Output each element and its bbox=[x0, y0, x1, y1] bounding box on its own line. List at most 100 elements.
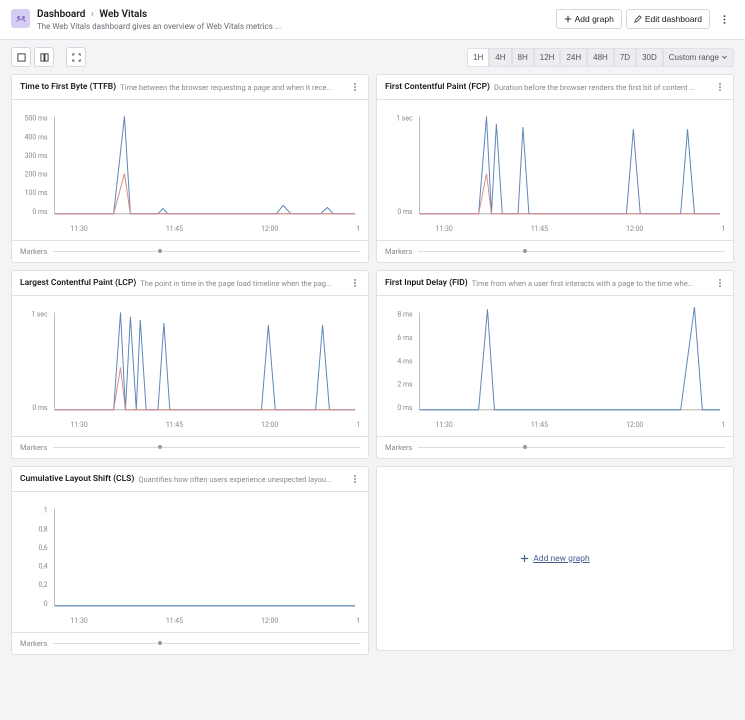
chart-plot: 1 sec 0 ms 11:30 11:45 12:00 12:15 bbox=[12, 296, 368, 436]
svg-text:1: 1 bbox=[44, 505, 48, 514]
card-description: Duration before the browser renders the … bbox=[494, 83, 711, 92]
card-menu-button[interactable] bbox=[350, 474, 360, 484]
card-description: Time from when a user first interacts wi… bbox=[472, 279, 711, 288]
markers-timeline[interactable] bbox=[53, 251, 360, 252]
layout-split-button[interactable] bbox=[34, 47, 54, 67]
svg-text:12:00: 12:00 bbox=[261, 420, 278, 429]
markers-timeline[interactable] bbox=[53, 447, 360, 448]
markers-label: Markers bbox=[20, 639, 47, 648]
svg-text:0,6: 0,6 bbox=[38, 543, 47, 552]
svg-text:12:15: 12:15 bbox=[721, 224, 725, 233]
svg-text:11:30: 11:30 bbox=[71, 420, 88, 429]
chart-card-4: Cumulative Layout Shift (CLS) Quantifies… bbox=[11, 466, 369, 655]
markers-row: Markers bbox=[12, 632, 368, 654]
svg-text:12:15: 12:15 bbox=[356, 616, 360, 625]
markers-label: Markers bbox=[20, 247, 47, 256]
marker-dot bbox=[158, 445, 162, 449]
svg-text:11:30: 11:30 bbox=[71, 616, 88, 625]
svg-text:11:45: 11:45 bbox=[166, 420, 183, 429]
markers-timeline[interactable] bbox=[418, 447, 725, 448]
add-graph-button[interactable]: Add graph bbox=[556, 9, 622, 29]
range-4H[interactable]: 4H bbox=[489, 48, 511, 67]
page-subtitle: The Web Vitals dashboard gives an overvi… bbox=[37, 22, 556, 31]
marker-dot bbox=[158, 249, 162, 253]
svg-text:0,2: 0,2 bbox=[38, 580, 47, 589]
cards-grid: Time to First Byte (TTFB) Time between t… bbox=[0, 74, 745, 666]
custom-range-button[interactable]: Custom range bbox=[663, 48, 734, 67]
card-description: Time between the browser requesting a pa… bbox=[120, 83, 346, 92]
card-title: Largest Contentful Paint (LCP) bbox=[20, 278, 136, 288]
markers-label: Markers bbox=[385, 247, 412, 256]
svg-text:12:15: 12:15 bbox=[721, 420, 725, 429]
marker-dot bbox=[523, 445, 527, 449]
dashboard-menu-button[interactable] bbox=[714, 9, 734, 29]
svg-text:0,4: 0,4 bbox=[38, 561, 47, 570]
edit-dashboard-button[interactable]: Edit dashboard bbox=[626, 9, 710, 29]
svg-text:300 ms: 300 ms bbox=[25, 151, 48, 160]
svg-text:0 ms: 0 ms bbox=[32, 403, 47, 412]
markers-label: Markers bbox=[385, 443, 412, 452]
svg-text:12:15: 12:15 bbox=[356, 420, 360, 429]
chart-card-3: First Input Delay (FID) Time from when a… bbox=[376, 270, 734, 459]
svg-text:11:45: 11:45 bbox=[166, 224, 183, 233]
card-title: Time to First Byte (TTFB) bbox=[20, 82, 116, 92]
card-header: First Contentful Paint (FCP) Duration be… bbox=[377, 75, 733, 100]
svg-text:100 ms: 100 ms bbox=[25, 188, 48, 197]
svg-text:12:15: 12:15 bbox=[356, 224, 360, 233]
range-24H[interactable]: 24H bbox=[560, 48, 587, 67]
header-titles: Dashboard › Web Vitals The Web Vitals da… bbox=[37, 9, 556, 31]
breadcrumb-root[interactable]: Dashboard bbox=[37, 9, 85, 20]
svg-text:12:00: 12:00 bbox=[626, 224, 643, 233]
svg-text:11:30: 11:30 bbox=[436, 420, 453, 429]
dashboard-icon bbox=[11, 9, 30, 28]
marker-dot bbox=[158, 641, 162, 645]
markers-row: Markers bbox=[377, 240, 733, 262]
range-30D[interactable]: 30D bbox=[636, 48, 663, 67]
page-header: Dashboard › Web Vitals The Web Vitals da… bbox=[0, 0, 745, 40]
svg-text:12:00: 12:00 bbox=[261, 224, 278, 233]
header-actions: Add graph Edit dashboard bbox=[556, 9, 734, 29]
layout-controls bbox=[11, 47, 86, 67]
markers-row: Markers bbox=[377, 436, 733, 458]
svg-text:11:30: 11:30 bbox=[71, 224, 88, 233]
svg-text:2 ms: 2 ms bbox=[397, 379, 412, 388]
breadcrumb-separator: › bbox=[91, 9, 94, 20]
svg-text:400 ms: 400 ms bbox=[25, 132, 48, 141]
fullscreen-button[interactable] bbox=[66, 47, 86, 67]
markers-row: Markers bbox=[12, 240, 368, 262]
toolbar: 1H4H8H12H24H48H7D30DCustom range bbox=[0, 40, 745, 74]
svg-text:0 ms: 0 ms bbox=[397, 403, 412, 412]
card-menu-button[interactable] bbox=[350, 278, 360, 288]
chart-plot: 10,80,60,40,20 11:3011:4512:0012:15 bbox=[12, 492, 368, 632]
card-menu-button[interactable] bbox=[715, 278, 725, 288]
card-title: Cumulative Layout Shift (CLS) bbox=[20, 474, 134, 484]
range-7D[interactable]: 7D bbox=[614, 48, 636, 67]
chart-card-0: Time to First Byte (TTFB) Time between t… bbox=[11, 74, 369, 263]
range-8H[interactable]: 8H bbox=[512, 48, 534, 67]
chart-plot: 500 ms400 ms300 ms200 ms100 ms0 ms 11:30… bbox=[12, 100, 368, 240]
markers-timeline[interactable] bbox=[53, 643, 360, 644]
card-menu-button[interactable] bbox=[350, 82, 360, 92]
card-header: Largest Contentful Paint (LCP) The point… bbox=[12, 271, 368, 296]
card-description: Quantifies how often users experience un… bbox=[138, 475, 346, 484]
chart-card-1: First Contentful Paint (FCP) Duration be… bbox=[376, 74, 734, 263]
svg-text:8 ms: 8 ms bbox=[397, 309, 412, 318]
svg-text:0 ms: 0 ms bbox=[397, 207, 412, 216]
range-1H[interactable]: 1H bbox=[467, 48, 489, 67]
markers-timeline[interactable] bbox=[418, 251, 725, 252]
range-12H[interactable]: 12H bbox=[534, 48, 561, 67]
svg-text:1 sec: 1 sec bbox=[31, 309, 48, 318]
svg-text:12:00: 12:00 bbox=[261, 616, 278, 625]
svg-text:11:45: 11:45 bbox=[166, 616, 183, 625]
card-menu-button[interactable] bbox=[715, 82, 725, 92]
range-48H[interactable]: 48H bbox=[587, 48, 614, 67]
add-new-graph-link[interactable]: Add new graph bbox=[520, 554, 590, 564]
time-range-selector: 1H4H8H12H24H48H7D30DCustom range bbox=[467, 48, 734, 67]
card-header: Cumulative Layout Shift (CLS) Quantifies… bbox=[12, 467, 368, 492]
svg-text:1 sec: 1 sec bbox=[396, 113, 413, 122]
svg-text:0,8: 0,8 bbox=[38, 524, 47, 533]
breadcrumb-leaf: Web Vitals bbox=[99, 9, 147, 20]
card-title: First Contentful Paint (FCP) bbox=[385, 82, 490, 92]
svg-text:200 ms: 200 ms bbox=[25, 169, 48, 178]
layout-single-button[interactable] bbox=[11, 47, 31, 67]
